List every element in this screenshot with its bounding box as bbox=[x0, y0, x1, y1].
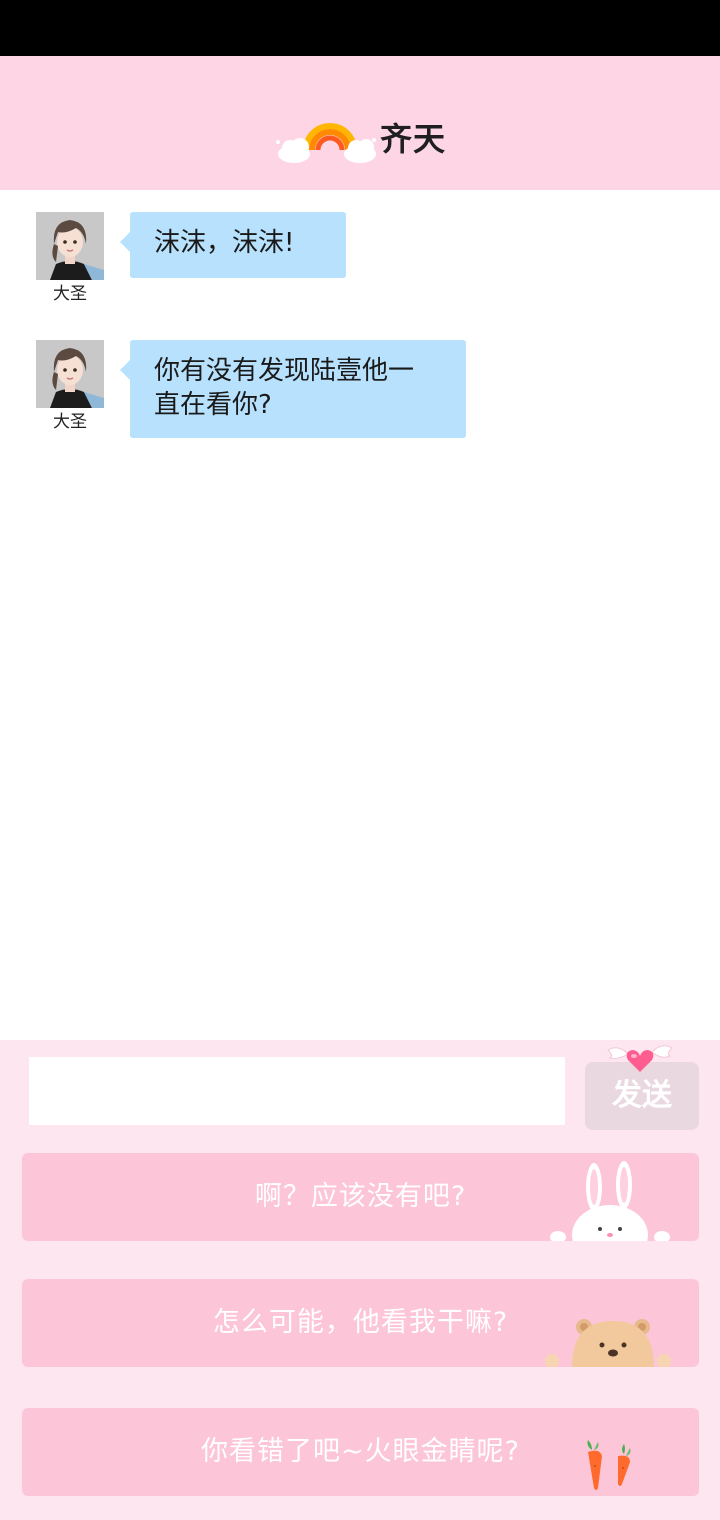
avatar[interactable] bbox=[36, 340, 104, 408]
carrot-icon bbox=[587, 1440, 631, 1490]
rainbow-cloud-icon bbox=[276, 123, 376, 163]
message-row: 大圣 沫沫，沫沫! bbox=[0, 212, 720, 312]
message-bubble: 你有没有发现陆壹他一 直在看你? bbox=[120, 340, 466, 438]
avatar[interactable] bbox=[36, 212, 104, 280]
message-input[interactable] bbox=[29, 1057, 565, 1125]
message-list[interactable] bbox=[0, 190, 720, 1040]
reply-option[interactable]: 你看错了吧~火眼金睛呢? bbox=[22, 1408, 699, 1496]
message-bubble: 沫沫，沫沫! bbox=[120, 212, 346, 278]
rabbit-icon bbox=[550, 1161, 670, 1241]
reply-option[interactable]: 怎么可能，他看我干嘛? bbox=[22, 1279, 699, 1367]
reply-option[interactable]: 啊？应该没有吧? bbox=[22, 1153, 699, 1241]
sender-name: 大圣 bbox=[53, 412, 87, 432]
bear-icon bbox=[545, 1319, 671, 1367]
chat-title: 齐天 bbox=[380, 120, 447, 158]
sender-name: 大圣 bbox=[53, 284, 87, 304]
message-row: 大圣 你有没有发现陆壹他一 直在看你? bbox=[0, 340, 720, 450]
send-button-label: 发送 bbox=[612, 1078, 672, 1113]
status-bar bbox=[0, 0, 720, 56]
winged-heart-icon bbox=[607, 1045, 673, 1072]
